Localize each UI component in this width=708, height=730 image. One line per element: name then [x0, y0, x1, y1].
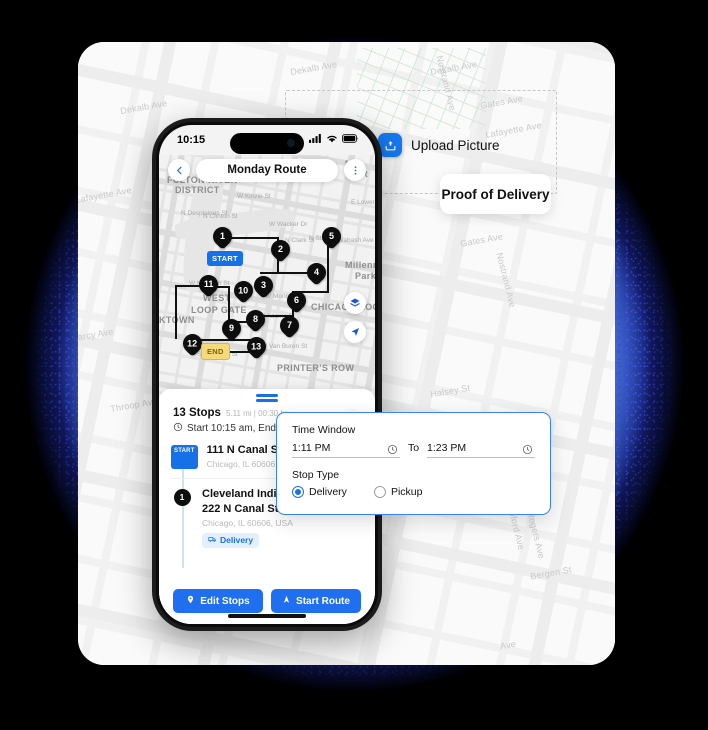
layers-icon[interactable] — [344, 292, 366, 314]
time-to-label: To — [407, 442, 420, 454]
signal-icon — [309, 134, 322, 146]
time-window-label: Time Window — [292, 424, 356, 436]
map-marker-number: 3 — [260, 280, 267, 291]
map-label: DISTRICT — [175, 185, 220, 195]
navigate-icon — [282, 595, 291, 607]
stop-type-label: Stop Type — [292, 469, 340, 481]
front-camera-icon — [287, 139, 295, 147]
proof-of-delivery-label: Proof of Delivery — [441, 186, 550, 202]
radio-pickup[interactable]: Pickup — [373, 486, 423, 498]
map-label: PRINTER'S ROW — [277, 363, 355, 373]
radio-delivery-label: Delivery — [309, 486, 347, 498]
map-marker-number: 8 — [252, 314, 259, 325]
stop-marker: START — [171, 443, 198, 469]
time-from-value: 1:11 PM — [292, 442, 400, 458]
end-badge: END — [201, 343, 230, 360]
time-to-value: 1:23 PM — [427, 442, 535, 458]
edit-stops-label: Edit Stops — [200, 595, 250, 607]
route-map[interactable]: RIVER NORTHMILSTRFULTON RIVERDISTRICTW K… — [159, 155, 375, 398]
start-route-button[interactable]: Start Route — [271, 589, 361, 613]
start-badge: START — [207, 251, 243, 266]
hero-card: Dekalb Ave Dekalb Ave Dekalb Ave Lafayette … — [78, 42, 615, 665]
radio-pickup-indicator — [373, 486, 386, 498]
radio-pickup-label: Pickup — [390, 486, 423, 498]
map-marker-number: 6 — [293, 295, 300, 306]
stop-number-badge: 1 — [173, 488, 191, 506]
map-label: W Wacker Dr — [269, 221, 308, 228]
route-segment — [228, 288, 230, 322]
map-marker-number: 5 — [328, 231, 335, 242]
edit-stops-button[interactable]: Edit Stops — [173, 589, 263, 613]
stops-count: 13 Stops — [173, 407, 221, 419]
back-button[interactable] — [168, 159, 190, 181]
map-marker-number: 10 — [238, 285, 249, 296]
radio-delivery-indicator — [292, 486, 304, 498]
map-marker-number: 1 — [219, 231, 226, 242]
map-marker-number: 11 — [203, 279, 214, 290]
stop-marker: 1 — [171, 487, 193, 549]
map-label: N Clinton St — [203, 213, 238, 220]
stop-city: Chicago, IL 60606, USA — [202, 517, 293, 528]
proof-of-delivery-pill[interactable]: Proof of Delivery — [440, 174, 551, 214]
pin-icon — [186, 595, 195, 607]
upload-picture-annotation[interactable]: Upload Picture — [378, 133, 500, 157]
time-from-field[interactable]: 1:11 PM — [292, 442, 400, 458]
map-top-bar: Monday Route — [159, 155, 375, 185]
map-marker-number: 9 — [228, 323, 235, 334]
upload-picture-label: Upload Picture — [411, 137, 500, 153]
truck-icon — [208, 535, 217, 546]
map-marker-number: 2 — [277, 244, 284, 255]
map-marker-number: 12 — [187, 338, 198, 349]
stop-start-badge: START — [171, 445, 198, 469]
status-time: 10:15 — [177, 134, 206, 146]
home-indicator — [228, 614, 306, 618]
stop-settings-popover: Time Window 1:11 PM To 1:23 PM Stop Type… — [276, 412, 551, 515]
clock-icon — [173, 422, 183, 435]
map-label: W Van Buren St — [261, 343, 308, 350]
sheet-grabber[interactable] — [256, 394, 278, 397]
more-options-button[interactable] — [344, 159, 366, 181]
map-marker-number: 7 — [286, 320, 293, 331]
map-label: W Kinzie St — [237, 193, 271, 200]
wifi-icon — [326, 134, 338, 146]
map-label: LOOP GATE — [191, 305, 247, 315]
time-window-row: 1:11 PM To 1:23 PM — [292, 442, 535, 458]
phone-bezel: 10:15 FULTON DISTRICT W Kinzie St E Lowe… — [156, 122, 378, 627]
clock-icon[interactable] — [522, 442, 533, 460]
route-segment — [175, 285, 177, 339]
stop-type-options: Delivery Pickup — [292, 486, 535, 498]
map-label: Millennium — [345, 260, 375, 270]
radio-delivery[interactable]: Delivery — [292, 486, 347, 498]
status-badge: Delivery — [202, 532, 260, 548]
start-route-label: Start Route — [296, 595, 350, 607]
time-to-field[interactable]: 1:23 PM — [427, 442, 535, 458]
map-label: Park — [355, 271, 375, 281]
map-marker-number: 4 — [313, 267, 320, 278]
phone-screen: 10:15 FULTON DISTRICT W Kinzie St E Lowe… — [159, 125, 375, 624]
map-label: E Lower — [351, 199, 375, 206]
map-marker-number: 13 — [251, 341, 262, 352]
chip-label: Delivery — [220, 535, 254, 546]
phone-mockup: 10:15 FULTON DISTRICT W Kinzie St E Lowe… — [152, 118, 382, 631]
dynamic-island — [230, 133, 304, 154]
navigate-icon[interactable] — [344, 321, 366, 343]
page-title: Monday Route — [227, 164, 307, 176]
clock-icon[interactable] — [387, 442, 398, 460]
battery-icon — [342, 134, 359, 146]
route-title-pill[interactable]: Monday Route — [196, 158, 338, 182]
